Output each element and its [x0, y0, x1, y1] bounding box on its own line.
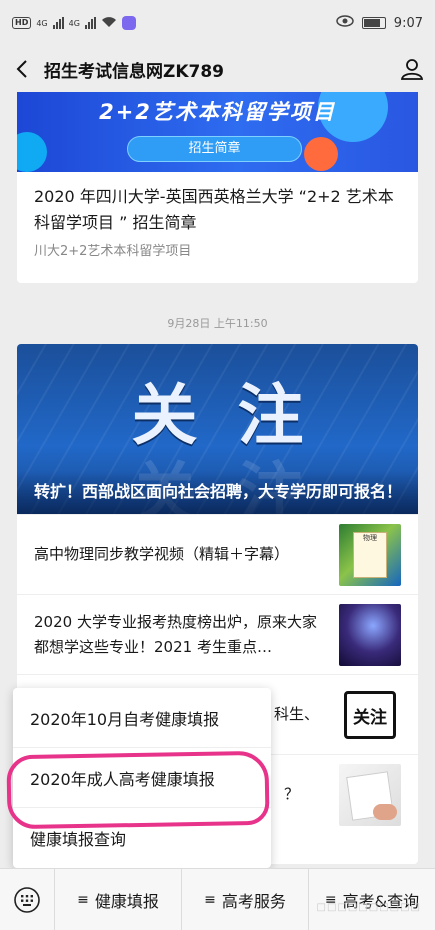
article-banner-image: 2+2艺术本科留学项目 招生简章 [17, 92, 418, 172]
signal-icon [52, 17, 64, 29]
wifi-icon [101, 16, 117, 31]
menu-label: 高考服务 [221, 891, 286, 911]
decor-circle [17, 132, 47, 172]
hand-graphic [373, 804, 397, 820]
person-icon [400, 59, 424, 80]
network-4g-label: 4G [36, 18, 48, 28]
clock: 9:07 [393, 15, 423, 31]
bottom-menu-bar: ≡ 健康填报 ≡ 高考服务 ≡ 高考&查询 [0, 868, 435, 930]
article-row-title: 高中物理同步教学视频（精辑＋字幕） [34, 545, 290, 563]
article-row-title: 2020 大学专业报考热度榜出炉，原来大家都想学这些专业！2021 考生重点… [34, 612, 317, 656]
article-subtitle: 川大2+2艺术本科留学项目 [34, 244, 192, 259]
message-timestamp: 9月28日 上午11:50 [167, 317, 268, 330]
menu-health-report[interactable]: ≡ 健康填报 [55, 868, 182, 930]
eye-icon [336, 15, 354, 31]
back-button[interactable] [0, 46, 44, 92]
menu-gaokao-service[interactable]: ≡ 高考服务 [182, 868, 309, 930]
status-right: 9:07 [336, 15, 423, 31]
article-thumbnail [339, 604, 401, 666]
submenu-item-selfexam-health[interactable]: 2020年10月自考健康填报 [13, 688, 271, 748]
keyboard-icon [14, 886, 40, 913]
nav-bar: 招生考试信息网ZK789 [0, 46, 435, 92]
menu-icon: ≡ [204, 891, 216, 908]
status-bar: HD 4G 4G 9:07 [0, 0, 435, 46]
banner-button: 招生简章 [127, 136, 302, 162]
article-thumbnail: 物理 [339, 524, 401, 586]
status-left: HD 4G 4G [12, 16, 136, 31]
article-card-1[interactable]: 2+2艺术本科留学项目 招生简章 2020 年四川大学-英国西英格兰大学 “2+… [17, 92, 418, 283]
article-thumbnail: 关注 [339, 684, 401, 746]
banner-title: 2+2艺术本科留学项目 [99, 100, 336, 124]
article-row[interactable]: 2020 大学专业报考热度榜出炉，原来大家都想学这些专业！2021 考生重点… [17, 594, 418, 674]
profile-button[interactable] [389, 46, 435, 92]
menu-gaokao-query[interactable]: ≡ 高考&查询 [309, 869, 435, 930]
decor-circle [304, 137, 338, 171]
article-row[interactable]: 高中物理同步教学视频（精辑＋字幕） 物理 [17, 514, 418, 594]
submenu-popup: 2020年10月自考健康填报 2020年成人高考健康填报 健康填报查询 [13, 688, 271, 868]
signal-icon-2 [84, 17, 96, 29]
submenu-item-adult-exam-health[interactable]: 2020年成人高考健康填报 [13, 748, 271, 808]
keyboard-toggle-button[interactable] [0, 868, 55, 930]
hd-badge: HD [12, 17, 32, 29]
menu-label: 健康填报 [94, 891, 159, 911]
thumb-label: 关注 [344, 691, 396, 739]
article-title: 2020 年四川大学-英国西英格兰大学 “2+2 艺术本科留学项目 ” 招生简章 [34, 187, 394, 232]
book-cover: 物理 [353, 532, 387, 578]
submenu-item-health-query[interactable]: 健康填报查询 [13, 808, 271, 868]
chevron-left-icon [16, 60, 27, 78]
app-notification-icon [121, 16, 136, 30]
article-banner-image[interactable]: 关注 关注 转扩！西部战区面向社会招聘，大专学历即可报名！ [17, 344, 418, 514]
battery-icon [361, 17, 386, 29]
watermark: □□□□□□□□□□ [316, 902, 421, 913]
menu-icon: ≡ [77, 891, 89, 908]
article-thumbnail [339, 764, 401, 826]
banner-caption: 转扩！西部战区面向社会招聘，大专学历即可报名！ [17, 471, 418, 514]
page-title: 招生考试信息网ZK789 [44, 61, 224, 82]
network-4g-label-2: 4G [68, 18, 80, 28]
